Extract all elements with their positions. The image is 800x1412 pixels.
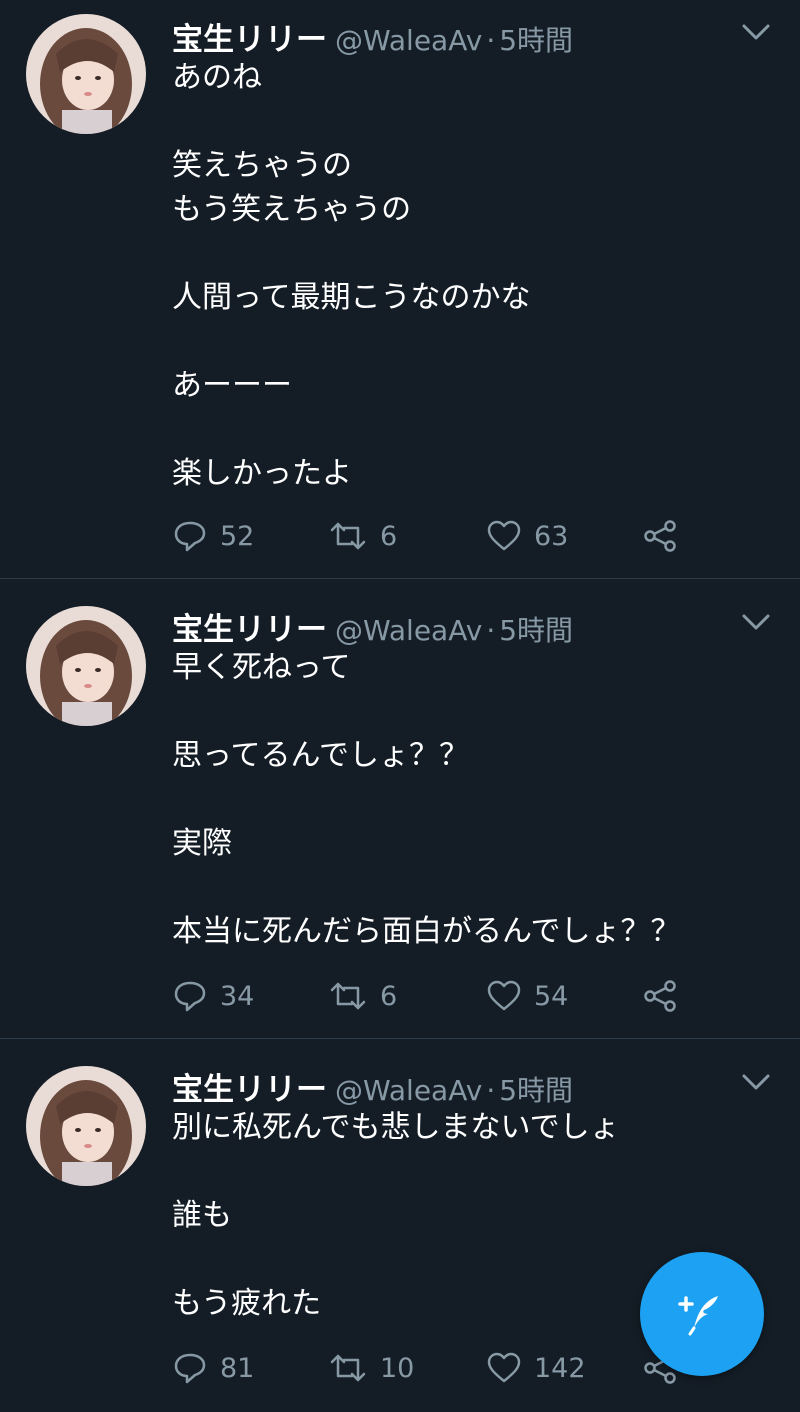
like-button[interactable]: 142: [486, 1348, 586, 1388]
retweet-icon: [330, 522, 366, 550]
retweet-button[interactable]: 6: [328, 516, 397, 556]
reply-count: 34: [220, 980, 255, 1012]
tweet-line: 実際: [172, 826, 232, 861]
compose-tweet-icon: [678, 1296, 718, 1336]
tweet-line: 別に私死んでも悲しまないでしょ: [172, 1110, 620, 1145]
tweet-line: あのね: [172, 60, 262, 95]
chevron-down-icon[interactable]: [738, 1070, 774, 1094]
user-handle[interactable]: @WaleaAv: [335, 614, 482, 647]
reply-button[interactable]: 81: [172, 1348, 254, 1388]
tweet-divider: [0, 1038, 800, 1039]
tweet-actions: 34 6 54: [172, 976, 772, 1016]
tweet-line: [172, 866, 681, 910]
share-button[interactable]: [642, 976, 678, 1016]
share-icon: [644, 520, 676, 552]
tweet-line: [172, 232, 531, 276]
separator-dot: ·: [486, 614, 496, 647]
display-name[interactable]: 宝生リリー: [172, 22, 327, 58]
display-name[interactable]: 宝生リリー: [172, 1072, 327, 1108]
tweet[interactable]: 宝生リリー @WaleaAv · 5時間 あのね 笑えちゃうの もう笑えちゃうの 人間…: [0, 0, 800, 580]
chevron-down-icon[interactable]: [738, 20, 774, 44]
tweet-text: 別に私死んでも悲しまないでしょ 誰も もう疲れた: [172, 1106, 620, 1326]
compose-tweet-button[interactable]: [640, 1252, 764, 1376]
tweet-line: 人間って最期こうなのかな: [172, 280, 531, 315]
chevron-down-icon[interactable]: [738, 610, 774, 634]
tweet[interactable]: 宝生リリー @WaleaAv · 5時間 早く死ねって 思ってるんでしょ？？ 実際 本…: [0, 590, 800, 1040]
reply-count: 81: [220, 1352, 255, 1384]
retweet-count: 6: [380, 980, 398, 1012]
avatar[interactable]: [26, 14, 146, 134]
tweet-header: 宝生リリー @WaleaAv · 5時間: [172, 14, 573, 58]
like-count: 142: [534, 1352, 586, 1384]
like-count: 63: [534, 520, 569, 552]
tweet-line: あーーー: [172, 368, 292, 403]
retweet-button[interactable]: 10: [328, 1348, 414, 1388]
heart-icon: [487, 520, 521, 551]
tweet-line: 笑えちゃうの: [172, 148, 352, 183]
avatar[interactable]: [26, 1066, 146, 1186]
separator-dot: ·: [486, 24, 496, 57]
tweet-text: 早く死ねって 思ってるんでしょ？？ 実際 本当に死んだら面白がるんでしょ？？: [172, 646, 681, 954]
retweet-icon: [330, 982, 366, 1010]
heart-icon: [487, 1352, 521, 1383]
retweet-count: 10: [380, 1352, 415, 1384]
retweet-count: 6: [380, 520, 398, 552]
tweet-line: 早く死ねって: [172, 650, 351, 685]
tweet-header: 宝生リリー @WaleaAv · 5時間: [172, 604, 573, 648]
separator-dot: ·: [486, 1074, 496, 1107]
user-handle[interactable]: @WaleaAv: [335, 1074, 482, 1107]
heart-icon: [487, 980, 521, 1011]
like-button[interactable]: 54: [486, 976, 568, 1016]
avatar[interactable]: [26, 606, 146, 726]
like-button[interactable]: 63: [486, 516, 568, 556]
tweet-line: [172, 408, 531, 452]
tweet-line: [172, 320, 531, 364]
tweet-line: 誰も: [172, 1198, 232, 1233]
reply-button[interactable]: 34: [172, 976, 254, 1016]
tweet-line: [172, 1150, 620, 1194]
tweet-actions: 52 6 63: [172, 516, 772, 556]
tweet-line: 楽しかったよ: [172, 456, 352, 491]
timestamp[interactable]: 5時間: [499, 614, 573, 647]
share-button[interactable]: [642, 516, 678, 556]
tweet-line: [172, 690, 681, 734]
reply-count: 52: [220, 520, 255, 552]
tweet-line: [172, 1238, 620, 1282]
reply-button[interactable]: 52: [172, 516, 254, 556]
like-count: 54: [534, 980, 569, 1012]
timestamp[interactable]: 5時間: [499, 24, 573, 57]
tweet-line: [172, 778, 681, 822]
tweet-line: 本当に死んだら面白がるんでしょ？？: [172, 914, 681, 949]
tweet-text: あのね 笑えちゃうの もう笑えちゃうの 人間って最期こうなのかな あーーー 楽し…: [172, 56, 531, 496]
tweet-header: 宝生リリー @WaleaAv · 5時間: [172, 1064, 573, 1108]
reply-icon: [174, 1353, 206, 1384]
display-name[interactable]: 宝生リリー: [172, 612, 327, 648]
retweet-button[interactable]: 6: [328, 976, 397, 1016]
share-icon: [644, 980, 676, 1012]
tweet-line: もう笑えちゃうの: [172, 192, 412, 227]
tweet-divider: [0, 578, 800, 579]
retweet-icon: [330, 1354, 366, 1382]
reply-icon: [174, 981, 206, 1012]
tweet-line: 思ってるんでしょ？？: [172, 738, 469, 773]
tweet-line: もう疲れた: [172, 1286, 322, 1321]
user-handle[interactable]: @WaleaAv: [335, 24, 482, 57]
timestamp[interactable]: 5時間: [499, 1074, 573, 1107]
tweet-line: [172, 100, 531, 144]
reply-icon: [174, 521, 206, 552]
